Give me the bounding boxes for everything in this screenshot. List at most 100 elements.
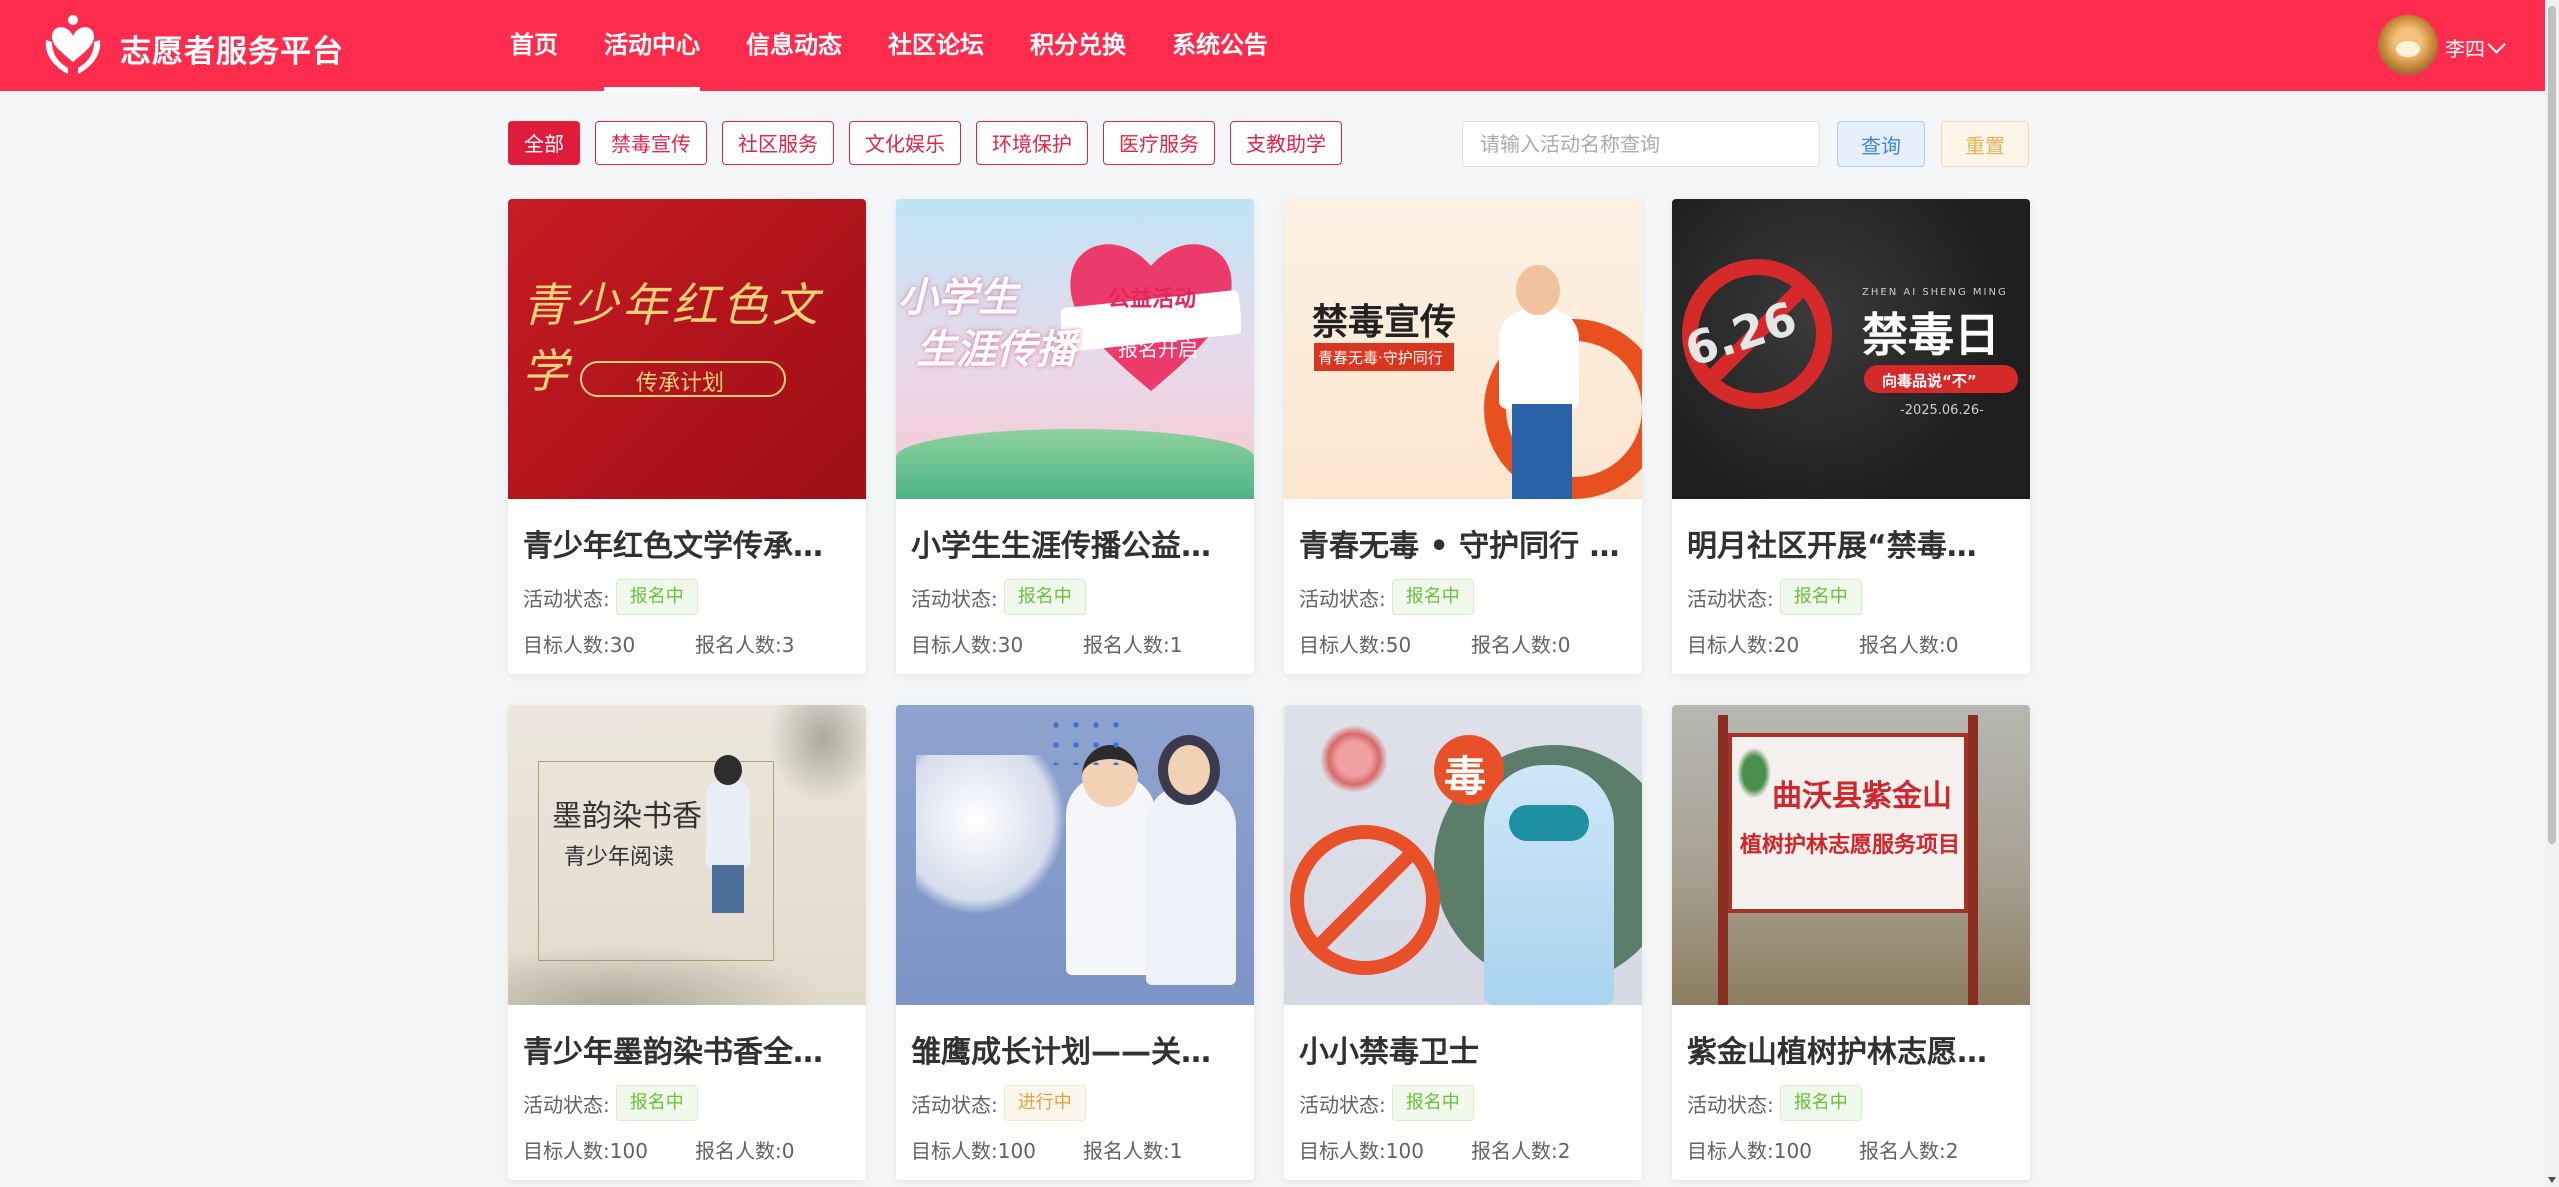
filter-environment[interactable]: 环境保护 bbox=[976, 121, 1088, 165]
brand-title[interactable]: 志愿者服务平台 bbox=[120, 26, 344, 71]
activity-image[interactable]: 青少年红色文学 传承计划 bbox=[508, 199, 866, 499]
nav-points-exchange[interactable]: 积分兑换 bbox=[1030, 0, 1126, 91]
status-row: 活动状态: 报名中 bbox=[1687, 1085, 2015, 1121]
reset-button[interactable]: 重置 bbox=[1941, 121, 2029, 167]
target-count: 目标人数:100 bbox=[1687, 1139, 1812, 1163]
activity-image[interactable] bbox=[896, 705, 1254, 1005]
signed-count: 报名人数:1 bbox=[1083, 633, 1183, 657]
count-row: 目标人数:50 报名人数:0 bbox=[1299, 629, 1627, 658]
status-label: 活动状态: bbox=[1687, 586, 1774, 611]
signed-count: 报名人数:0 bbox=[1859, 633, 1959, 657]
image-caption: 毒 bbox=[1444, 752, 1487, 801]
activity-image[interactable]: 毒 bbox=[1284, 705, 1642, 1005]
activity-card[interactable]: 曲沃县紫金山 植树护林志愿服务项目 紫金山植树护林志愿… 活动状态: 报名中 目… bbox=[1672, 705, 2030, 1180]
card-title[interactable]: 小学生生涯传播公益… bbox=[911, 521, 1239, 565]
activity-image[interactable]: 6.26 ZHEN AI SHENG MING 禁毒日 向毒品说“不” -202… bbox=[1672, 199, 2030, 499]
status-badge: 报名中 bbox=[615, 579, 698, 615]
nav-news[interactable]: 信息动态 bbox=[746, 0, 842, 91]
scientist-woman bbox=[1146, 785, 1236, 985]
person-figure bbox=[1499, 309, 1579, 409]
image-caption: 报名开启 bbox=[1118, 337, 1198, 361]
flower-decoration bbox=[1314, 719, 1394, 799]
activity-search-input[interactable] bbox=[1462, 121, 1820, 167]
status-row: 活动状态: 报名中 bbox=[1299, 1085, 1627, 1121]
status-label: 活动状态: bbox=[1687, 1092, 1774, 1117]
goggles bbox=[1509, 805, 1589, 841]
activity-card[interactable]: 墨韵染书香 青少年阅读 青少年墨韵染书香全… 活动状态: 报名中 目标人数:10… bbox=[508, 705, 866, 1180]
image-caption: 曲沃县紫金山 bbox=[1772, 779, 1952, 814]
activity-card[interactable]: 雏鹰成长计划——关爱… 活动状态: 进行中 目标人数:100 报名人数:1 bbox=[896, 705, 1254, 1180]
status-label: 活动状态: bbox=[523, 586, 610, 611]
card-title[interactable]: 青少年红色文学传承… bbox=[523, 521, 851, 565]
activity-card[interactable]: 小学生 生涯传播 公益活动 报名开启 小学生生涯传播公益… 活动状态: 报名中 … bbox=[896, 199, 1254, 674]
filter-education[interactable]: 支教助学 bbox=[1230, 121, 1342, 165]
signed-count: 报名人数:2 bbox=[1471, 1139, 1571, 1163]
image-caption: 生涯传播 bbox=[916, 326, 1076, 373]
activity-image[interactable]: 墨韵染书香 青少年阅读 bbox=[508, 705, 866, 1005]
user-name[interactable]: 李四 bbox=[2445, 33, 2485, 62]
grass-decoration bbox=[896, 429, 1254, 499]
page-scrollbar[interactable] bbox=[2545, 0, 2559, 1187]
bamboo-decoration bbox=[758, 705, 866, 815]
scroll-down-arrow-icon[interactable] bbox=[2548, 1177, 2556, 1183]
count-row: 目标人数:100 报名人数:0 bbox=[523, 1135, 851, 1164]
target-count: 目标人数:20 bbox=[1687, 633, 1800, 657]
card-title[interactable]: 青少年墨韵染书香全… bbox=[523, 1027, 851, 1071]
heart-hands-icon[interactable] bbox=[40, 12, 106, 78]
student-figure bbox=[706, 779, 750, 869]
activity-card[interactable]: 6.26 ZHEN AI SHENG MING 禁毒日 向毒品说“不” -202… bbox=[1672, 199, 2030, 674]
activity-image[interactable]: 曲沃县紫金山 植树护林志愿服务项目 bbox=[1672, 705, 2030, 1005]
nav-activity-center[interactable]: 活动中心 bbox=[604, 0, 700, 91]
activity-image[interactable]: 小学生 生涯传播 公益活动 报名开启 bbox=[896, 199, 1254, 499]
image-caption: 青少年阅读 bbox=[564, 845, 675, 870]
status-label: 活动状态: bbox=[523, 1092, 610, 1117]
count-row: 目标人数:30 报名人数:1 bbox=[911, 629, 1239, 658]
target-count: 目标人数:100 bbox=[523, 1139, 648, 1163]
card-title[interactable]: 雏鹰成长计划——关爱… bbox=[911, 1027, 1239, 1071]
filter-medical[interactable]: 医疗服务 bbox=[1103, 121, 1215, 165]
status-badge: 报名中 bbox=[1391, 1085, 1474, 1121]
signed-count: 报名人数:3 bbox=[695, 633, 795, 657]
status-row: 活动状态: 报名中 bbox=[911, 579, 1239, 615]
activity-card[interactable]: 禁毒宣传 青春无毒·守护同行 青春无毒 • 守护同行 … 活动状态: 报名中 目… bbox=[1284, 199, 1642, 674]
filter-all[interactable]: 全部 bbox=[508, 121, 580, 165]
card-title[interactable]: 明月社区开展“禁毒… bbox=[1687, 521, 2015, 565]
signed-count: 报名人数:0 bbox=[1471, 633, 1571, 657]
nav-announcements[interactable]: 系统公告 bbox=[1172, 0, 1268, 91]
target-count: 目标人数:30 bbox=[911, 633, 1024, 657]
filter-community-service[interactable]: 社区服务 bbox=[722, 121, 834, 165]
image-caption: 禁毒日 bbox=[1862, 308, 2000, 362]
count-row: 目标人数:20 报名人数:0 bbox=[1687, 629, 2015, 658]
status-badge: 报名中 bbox=[1003, 579, 1086, 615]
image-caption: 禁毒宣传 bbox=[1312, 302, 1457, 343]
image-caption: 向毒品说“不” bbox=[1882, 372, 1977, 390]
scrollbar-thumb[interactable] bbox=[2548, 6, 2556, 844]
sign-post-right bbox=[1968, 715, 1978, 1005]
target-count: 目标人数:100 bbox=[1299, 1139, 1424, 1163]
status-label: 活动状态: bbox=[1299, 1092, 1386, 1117]
nav-forum[interactable]: 社区论坛 bbox=[888, 0, 984, 91]
status-row: 活动状态: 报名中 bbox=[523, 1085, 851, 1121]
activity-image[interactable]: 禁毒宣传 青春无毒·守护同行 bbox=[1284, 199, 1642, 499]
signed-count: 报名人数:1 bbox=[1083, 1139, 1183, 1163]
status-label: 活动状态: bbox=[911, 1092, 998, 1117]
filter-anti-drug[interactable]: 禁毒宣传 bbox=[595, 121, 707, 165]
nav-home[interactable]: 首页 bbox=[510, 0, 558, 91]
user-avatar[interactable] bbox=[2378, 15, 2438, 75]
activity-card[interactable]: 毒 小小禁毒卫士 活动状态: 报名中 目标人数:100 报名人数:2 bbox=[1284, 705, 1642, 1180]
target-count: 目标人数:50 bbox=[1299, 633, 1412, 657]
status-label: 活动状态: bbox=[911, 586, 998, 611]
status-badge: 报名中 bbox=[1779, 1085, 1862, 1121]
chevron-down-icon[interactable] bbox=[2487, 35, 2506, 54]
student-head bbox=[714, 755, 742, 785]
card-title[interactable]: 紫金山植树护林志愿… bbox=[1687, 1027, 2015, 1071]
status-label: 活动状态: bbox=[1299, 586, 1386, 611]
scientist-woman-head bbox=[1158, 735, 1220, 805]
signed-count: 报名人数:0 bbox=[695, 1139, 795, 1163]
filter-culture-entertainment[interactable]: 文化娱乐 bbox=[849, 121, 961, 165]
signed-count: 报名人数:2 bbox=[1859, 1139, 1959, 1163]
card-title[interactable]: 小小禁毒卫士 bbox=[1299, 1027, 1627, 1071]
card-title[interactable]: 青春无毒 • 守护同行 … bbox=[1299, 521, 1627, 565]
activity-card[interactable]: 青少年红色文学 传承计划 青少年红色文学传承… 活动状态: 报名中 目标人数:3… bbox=[508, 199, 866, 674]
query-button[interactable]: 查询 bbox=[1837, 121, 1925, 167]
